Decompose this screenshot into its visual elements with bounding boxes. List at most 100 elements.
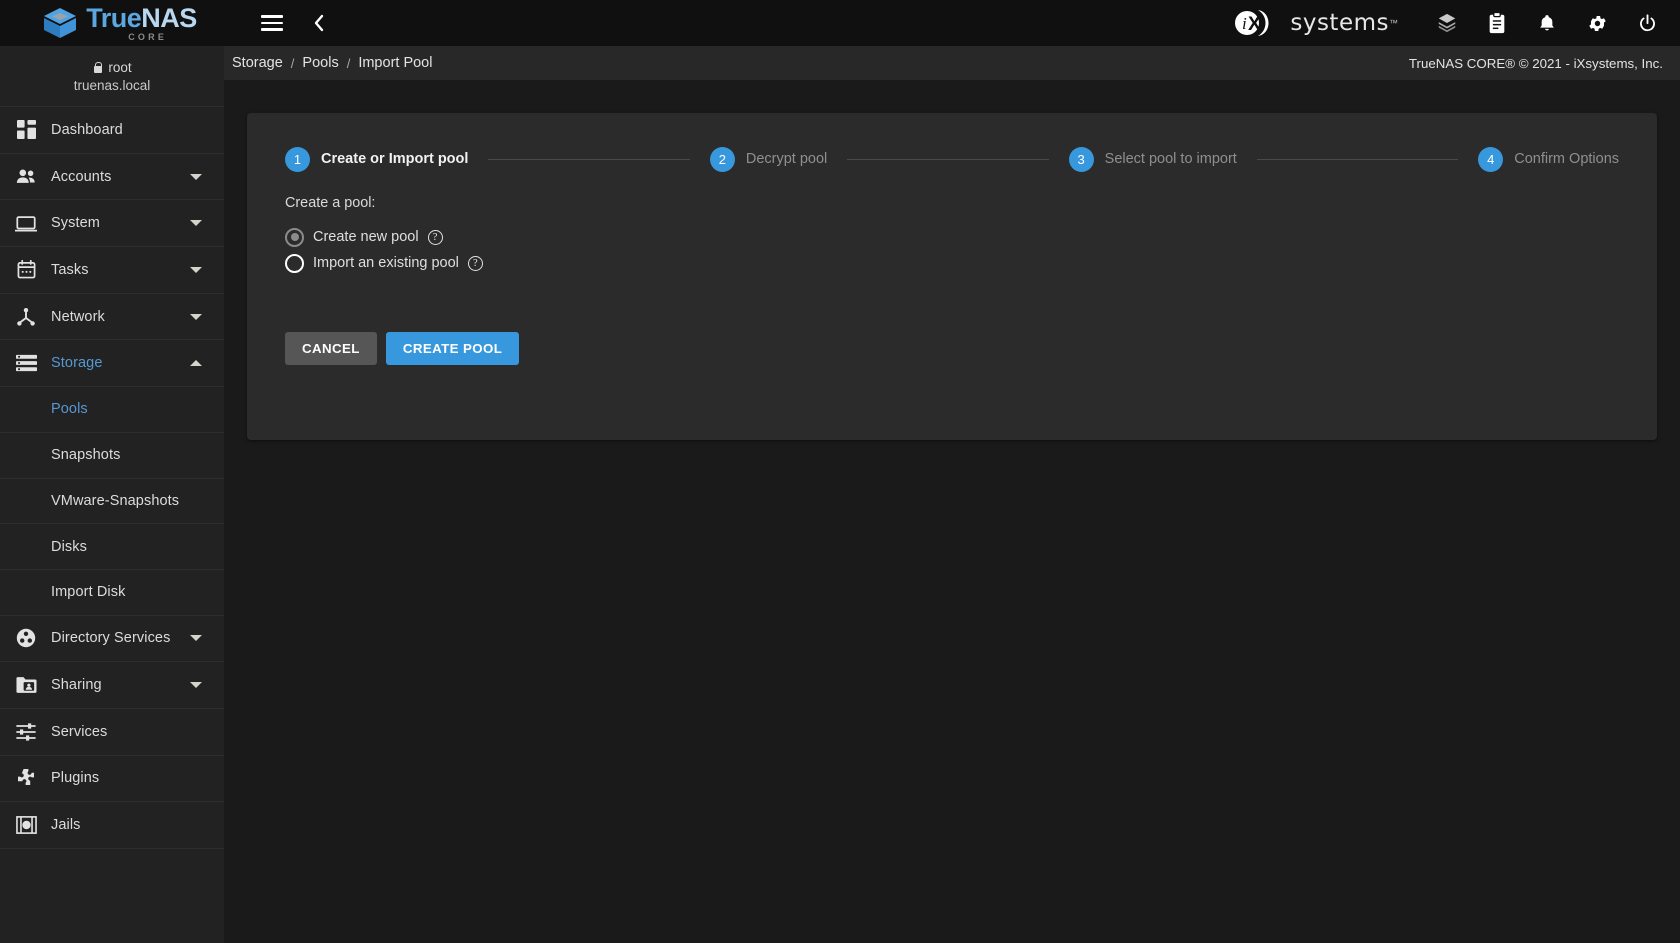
power-icon[interactable] [1632,8,1662,38]
breadcrumb-item-pools[interactable]: Pools [302,55,338,71]
top-bar: TrueNAS CORE i X systems ™ [0,0,1680,46]
sidebar-label-snapshots: Snapshots [51,447,121,464]
sidebar-item-snapshots[interactable]: Snapshots [0,433,224,479]
lock-icon [92,61,103,73]
wizard-step-3[interactable]: 3 Select pool to import [1068,146,1237,172]
topbar-left-controls [257,8,334,38]
wizard-stepper: 1 Create or Import pool 2 Decrypt pool 3… [247,133,1657,185]
ixsystems-trademark: ™ [1389,18,1398,28]
radio-option-create-new-pool[interactable]: Create new pool ? [285,224,1619,250]
sidebar-item-disks[interactable]: Disks [0,524,224,570]
wizard-step-3-label: Select pool to import [1104,151,1237,167]
sidebar-label-services: Services [51,723,108,740]
topbar-right-controls: i X systems ™ [1234,8,1680,38]
sidebar-item-services[interactable]: Services [0,709,224,756]
chevron-down-icon-sharing[interactable] [190,682,202,689]
settings-gear-icon[interactable] [1582,8,1612,38]
wizard-step-connector-2 [847,158,1049,160]
brand-title-true: True [86,2,142,33]
sidebar-item-vmware-snapshots[interactable]: VMware-Snapshots [0,479,224,525]
wizard-step-connector-3 [1256,158,1459,160]
brand-title-nas: NAS [141,2,197,33]
tasks-calendar-icon [9,260,43,279]
sidebar-item-pools[interactable]: Pools [0,387,224,433]
sidebar-label-jails: Jails [51,817,81,834]
import-pool-wizard-card: 1 Create or Import pool 2 Decrypt pool 3… [247,113,1657,440]
chevron-down-icon-tasks[interactable] [190,266,202,273]
sidebar-item-plugins[interactable]: Plugins [0,756,224,803]
breadcrumb-separator-2: / [346,55,351,71]
help-circle-icon-import-existing-pool[interactable]: ? [467,255,483,271]
wizard-step-2-number: 2 [709,146,735,172]
directory-services-icon [9,628,43,648]
svg-text:i: i [1242,14,1247,33]
sidebar-item-accounts[interactable]: Accounts [0,154,224,201]
sidebar-item-dashboard[interactable]: Dashboard [0,107,224,154]
breadcrumb: Storage / Pools / Import Pool [232,55,432,71]
create-pool-button[interactable]: CREATE POOL [385,332,520,365]
breadcrumb-separator-1: / [290,55,295,71]
accounts-people-icon [9,167,43,186]
wizard-step-1[interactable]: 1 Create or Import pool [285,146,468,172]
sidebar-item-directory-services[interactable]: Directory Services [0,616,224,663]
breadcrumb-item-import-pool[interactable]: Import Pool [358,55,432,71]
hamburger-menu-icon[interactable] [257,8,287,38]
breadcrumb-item-storage[interactable]: Storage [232,55,283,71]
radio-label-import-existing-pool: Import an existing pool [313,255,459,271]
sidebar-user-block: root truenas.local [0,46,224,107]
jails-icon [9,815,43,835]
chevron-up-icon-storage[interactable] [190,360,202,367]
sidebar-label-disks: Disks [51,538,87,555]
sidebar-item-jails[interactable]: Jails [0,802,224,849]
svg-text:X: X [1248,14,1261,35]
chevron-down-icon-accounts[interactable] [190,173,202,180]
brand-edition: CORE [128,31,168,42]
copyright-text: TrueNAS CORE® © 2021 - iXsystems, Inc. [1408,55,1663,71]
truenas-cube-logo-icon [44,8,77,38]
sidebar-label-dashboard: Dashboard [51,121,123,138]
task-manager-icon[interactable] [1482,8,1512,38]
radio-option-import-existing-pool[interactable]: Import an existing pool ? [285,250,1619,276]
sidebar-item-network[interactable]: Network [0,294,224,341]
sharing-folder-icon [9,676,43,694]
wizard-step-4[interactable]: 4 Confirm Options [1478,146,1619,172]
storage-list-icon [9,354,43,372]
wizard-step-4-number: 4 [1478,146,1504,172]
chevron-down-icon-network[interactable] [190,313,202,320]
sidebar-label-vmware-snapshots: VMware-Snapshots [51,492,180,509]
chevron-down-icon-system[interactable] [190,220,202,227]
sidebar-label-sharing: Sharing [51,677,102,694]
sidebar-item-storage[interactable]: Storage [0,340,224,388]
wizard-step-2[interactable]: 2 Decrypt pool [709,146,827,172]
brand-logo-area[interactable]: TrueNAS CORE [0,0,240,46]
sidebar-hostname: truenas.local [73,77,151,93]
jobs-manager-icon[interactable] [1432,8,1462,38]
help-circle-icon-create-new-pool[interactable]: ? [427,229,443,245]
dashboard-icon [9,120,43,140]
sidebar-label-storage: Storage [51,355,103,372]
sidebar-label-accounts: Accounts [51,168,112,185]
sidebar-label-directory-services: Directory Services [51,630,171,647]
sidebar-label-system: System [51,215,100,232]
sidebar-label-import-disk: Import Disk [51,584,126,601]
sidebar-item-system[interactable]: System [0,200,224,248]
radio-create-new-pool[interactable] [285,227,304,247]
services-sliders-icon [9,722,43,742]
main-content: Storage / Pools / Import Pool TrueNAS CO… [224,46,1680,943]
sidebar-item-import-disk[interactable]: Import Disk [0,570,224,616]
sidebar-username: root [108,59,132,75]
sidebar-label-network: Network [51,308,105,325]
sidebar-item-tasks[interactable]: Tasks [0,247,224,294]
chevron-down-icon-directory-services[interactable] [190,635,202,642]
ixsystems-wordmark: systems [1290,10,1389,36]
sidebar-label-plugins: Plugins [51,770,100,787]
network-nodes-icon [9,307,43,327]
notifications-bell-icon[interactable] [1532,8,1562,38]
radio-import-existing-pool[interactable] [285,253,304,273]
ixsystems-logo-icon: i X systems ™ [1234,8,1398,38]
cancel-button[interactable]: CANCEL [285,332,377,365]
chevron-left-icon[interactable] [304,8,334,38]
radio-label-create-new-pool: Create new pool [313,229,419,245]
sidebar-item-sharing[interactable]: Sharing [0,662,224,709]
wizard-step-3-number: 3 [1068,146,1094,172]
